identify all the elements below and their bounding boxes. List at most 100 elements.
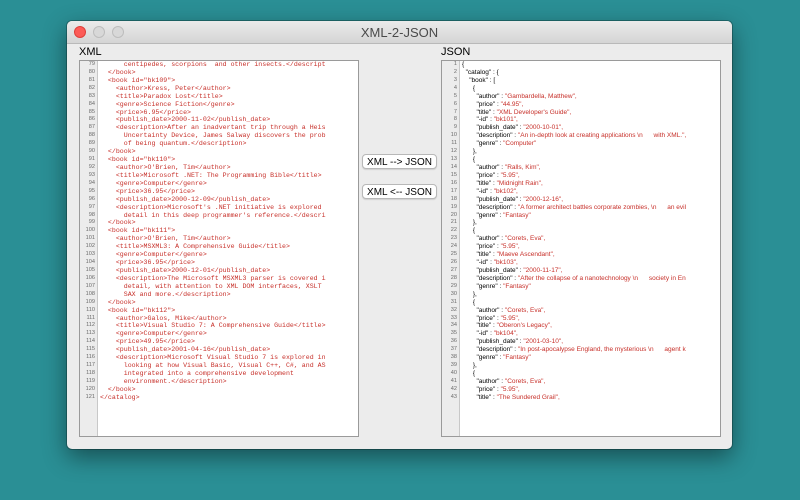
- line-number: 102: [85, 243, 95, 250]
- json-key: "description" :: [462, 346, 518, 354]
- code-text: "title" : "Maeve Ascendant",: [462, 251, 555, 259]
- code-text: "title" : "The Sundered Grail",: [462, 393, 560, 402]
- code-text: "-id" : "bk102",: [462, 188, 517, 196]
- json-key: "-id" :: [462, 259, 494, 267]
- code-text: "description" : "A former architect batt…: [462, 204, 686, 212]
- line-number: 96: [88, 195, 95, 202]
- line-number: 32: [450, 306, 457, 313]
- json-value: "Ralls, Kim",: [504, 163, 541, 171]
- line-number: 21: [450, 219, 457, 226]
- code-text: {: [462, 156, 475, 164]
- json-code-lines: 1{2 "catalog" : {3 "book" : [4 {5 "autho…: [442, 61, 720, 402]
- code-line: 82 <author>Kress, Peter</author>: [80, 85, 358, 93]
- code-line: 42 "price" : "5.95",: [442, 386, 720, 394]
- json-key: "author" :: [462, 92, 505, 100]
- code-text: "title" : "Oberon's Legacy",: [462, 322, 552, 330]
- line-number: 30: [450, 290, 457, 297]
- json-key: "book" : [: [462, 76, 496, 84]
- json-key: {: [462, 227, 476, 235]
- code-text: },: [462, 219, 477, 227]
- code-line: 89 of being quantum.</description>: [80, 140, 358, 148]
- code-text: <title>Paradox Lost</title>: [100, 92, 223, 100]
- code-text: <author>Kress, Peter</author>: [100, 84, 231, 92]
- code-text: looking at how Visual Basic, Visual C++,…: [100, 362, 326, 370]
- xml-editor[interactable]: 79 centipedes, scorpions and other insec…: [79, 60, 359, 437]
- line-number: 37: [450, 346, 457, 353]
- code-line: 118 integrated into a comprehensive deve…: [80, 370, 358, 378]
- line-number: 15: [450, 171, 457, 178]
- code-line: 119 environment.</description>: [80, 378, 358, 386]
- code-text: <book id="bk109">: [100, 76, 176, 84]
- code-line: 28 "description" : "After the collapse o…: [442, 275, 720, 283]
- json-key: "author" :: [462, 235, 505, 243]
- line-number: 26: [450, 259, 457, 266]
- line-number: 83: [88, 92, 95, 99]
- code-text: <book id="bk112">: [100, 306, 176, 314]
- json-value: "An in-depth look at creating applicatio…: [517, 132, 687, 140]
- code-text: },: [462, 148, 477, 156]
- json-key: "title" :: [462, 108, 497, 116]
- json-value: "Fantasy": [503, 354, 531, 362]
- json-key: {: [462, 298, 476, 306]
- code-line: 86 <publish_date>2000-11-02</publish_dat…: [80, 116, 358, 124]
- code-line: 17 "-id" : "bk102",: [442, 188, 720, 196]
- xml-to-json-button[interactable]: XML --> JSON: [362, 154, 437, 169]
- line-number: 14: [450, 163, 457, 170]
- line-number: 28: [450, 274, 457, 281]
- line-number: 89: [88, 140, 95, 147]
- code-text: <description>The Microsoft MSXML3 parser…: [100, 274, 326, 282]
- code-text: <description>Microsoft's .NET initiative…: [100, 203, 326, 211]
- line-number: 101: [85, 235, 95, 242]
- line-number: 107: [85, 282, 95, 289]
- line-number: 41: [450, 377, 457, 384]
- window-title: XML-2-JSON: [360, 25, 439, 40]
- line-number: 121: [85, 393, 95, 400]
- json-key: "price" :: [462, 171, 501, 179]
- json-value: "bk103",: [493, 259, 518, 267]
- code-text: <author>O'Brien, Tim</author>: [100, 235, 231, 243]
- code-text: <price>36.95</price>: [100, 187, 195, 195]
- code-line: 37 "description" : "In post-apocalypse E…: [442, 346, 720, 354]
- code-text: "price" : "5.95",: [462, 243, 519, 251]
- json-key: "genre" :: [462, 211, 504, 219]
- line-number: 90: [88, 148, 95, 155]
- line-number: 110: [86, 306, 95, 313]
- line-number: 3: [453, 76, 457, 83]
- line-number: 10: [450, 132, 457, 139]
- title-bar[interactable]: XML-2-JSON: [67, 21, 732, 44]
- line-number: 2: [453, 68, 457, 75]
- json-key: {: [462, 156, 476, 164]
- code-line: 108 SAX and more.</description>: [80, 291, 358, 299]
- json-to-xml-button[interactable]: XML <-- JSON: [362, 184, 437, 199]
- json-key: "description" :: [462, 132, 518, 140]
- code-line: 10 "description" : "An in-depth look at …: [442, 132, 720, 140]
- json-value: "A former architect battles corporate zo…: [517, 203, 687, 211]
- code-text: "catalog" : {: [462, 69, 499, 77]
- line-number: 6: [453, 100, 457, 107]
- code-text: "publish_date" : "2000-12-16",: [462, 196, 563, 204]
- code-line: 20 "genre" : "Fantasy": [442, 212, 720, 220]
- line-number: 106: [85, 274, 95, 281]
- line-number: 111: [86, 314, 95, 321]
- json-key: "title" :: [462, 251, 497, 259]
- json-editor[interactable]: 1{2 "catalog" : {3 "book" : [4 {5 "autho…: [441, 60, 721, 437]
- code-text: "description" : "An in-depth look at cre…: [462, 132, 686, 140]
- code-text: "author" : "Corets, Eva",: [462, 378, 545, 386]
- code-text: {: [462, 299, 475, 307]
- code-line: 21 },: [442, 219, 720, 227]
- code-text: <description>After an inadvertant trip t…: [100, 124, 326, 132]
- line-number: 118: [86, 369, 95, 376]
- code-line: 81 <book id="bk109">: [80, 77, 358, 85]
- json-value: "After the collapse of a nanotechnology …: [517, 274, 686, 282]
- code-line: 79 centipedes, scorpions and other insec…: [80, 61, 358, 69]
- code-line: 90 </book>: [80, 148, 358, 156]
- code-line: 98 detail in this deep programmer's refe…: [80, 212, 358, 220]
- line-number: 113: [86, 330, 95, 337]
- line-number: 97: [88, 203, 95, 210]
- code-text: centipedes, scorpions and other insects.…: [100, 61, 326, 68]
- json-value: "Corets, Eva",: [504, 306, 546, 314]
- json-key: "genre" :: [462, 354, 504, 362]
- json-value: "Maeve Ascendant",: [496, 251, 555, 259]
- json-value: "Oberon's Legacy",: [496, 322, 552, 330]
- json-value: "The Sundered Grail",: [496, 393, 560, 401]
